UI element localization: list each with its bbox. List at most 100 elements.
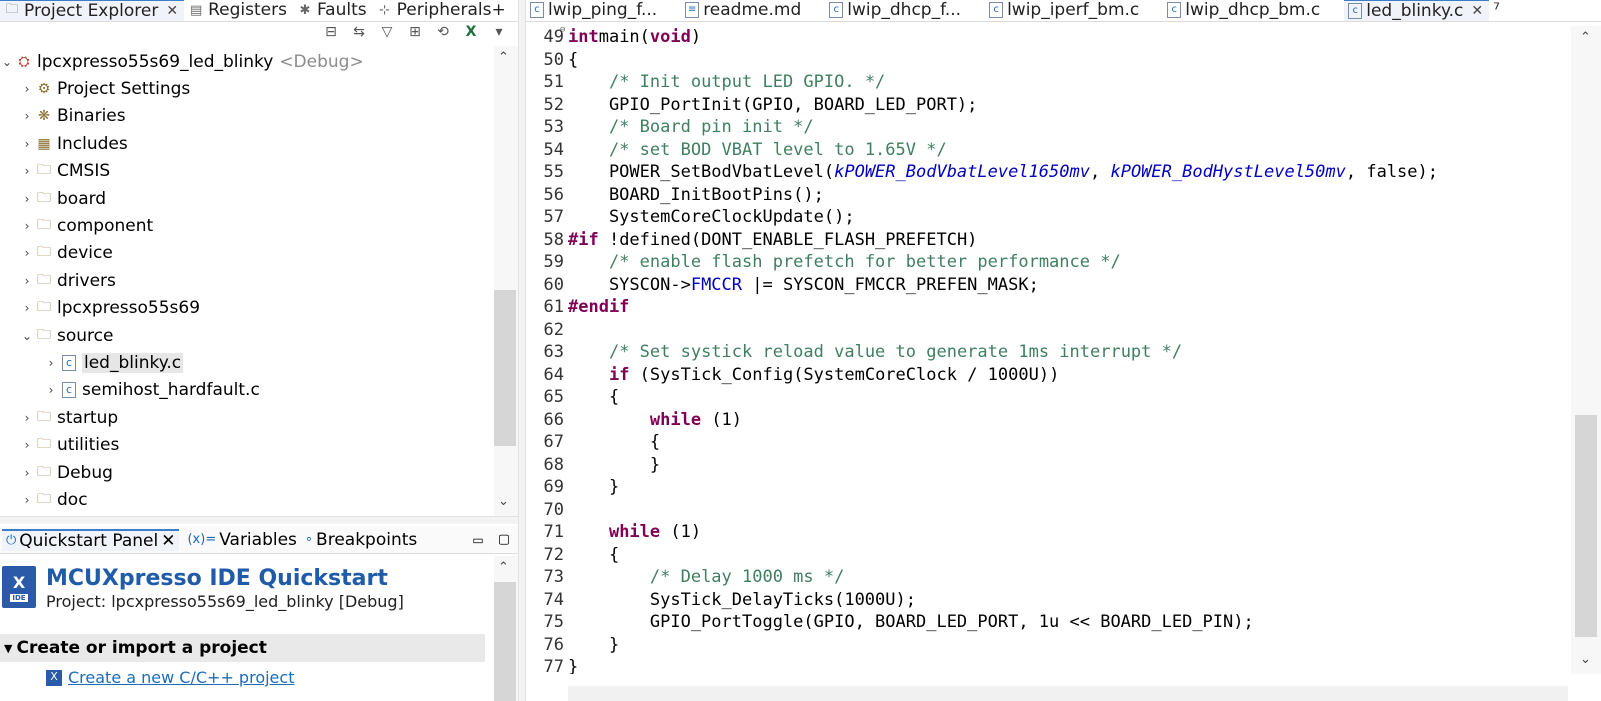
close-icon[interactable]: ✕ (161, 531, 175, 551)
code-token: main( (598, 27, 650, 48)
quickstart-scroll-thumb[interactable] (494, 582, 516, 701)
tree-item-project-settings[interactable]: › ⚙ Project Settings (0, 75, 191, 102)
tree-item-includes[interactable]: › ▦ Includes (0, 130, 128, 157)
tree-item-label: CMSIS (57, 161, 111, 182)
left-tab-3[interactable]: ⊹ Peripherals+ (373, 0, 512, 21)
editor-tab-6[interactable]: ⁷ (1489, 0, 1524, 21)
chevron-right-icon[interactable]: › (20, 493, 34, 507)
tree-item-drivers[interactable]: › 🗀 drivers (0, 267, 116, 294)
tree-item-doc[interactable]: › 🗀 doc (0, 486, 88, 513)
chevron-down-icon[interactable]: ⌄ (20, 329, 34, 343)
link-editor-icon[interactable]: ⇆ (350, 24, 368, 40)
editor-tab-1[interactable]: ≡ readme.md (681, 0, 825, 21)
tree-item-startup[interactable]: › 🗀 startup (0, 404, 119, 431)
scroll-up-icon[interactable]: ⌃ (498, 560, 509, 575)
code-text: SysTick_DelayTicks(1000U); (566, 590, 916, 610)
code-text: /* set BOD VBAT level to 1.65V */ (566, 140, 947, 160)
tree-item-led-blinky-c[interactable]: › c led_blinky.c (0, 349, 184, 376)
tree-item-utilities[interactable]: › 🗀 utilities (0, 432, 120, 459)
quickstart-scrollbar[interactable]: ⌃ (494, 556, 518, 701)
create-import-section[interactable]: ▼ Create or import a project (0, 634, 485, 662)
line-number: 77 (543, 657, 564, 674)
scroll-down-icon[interactable]: ⌄ (1580, 652, 1591, 667)
chevron-right-icon[interactable]: › (20, 438, 34, 452)
chevron-right-icon[interactable]: › (20, 82, 34, 96)
tree-scrollbar[interactable]: ⌃ ⌄ (494, 46, 518, 516)
fold-icon[interactable]: ⊖ (560, 26, 565, 35)
chevron-right-icon[interactable]: › (20, 411, 34, 425)
chevron-right-icon[interactable]: › (20, 109, 34, 123)
maximize-icon[interactable]: ▢ (498, 532, 510, 547)
editor-hscrollbar[interactable] (568, 686, 1568, 701)
chevron-right-icon[interactable]: › (20, 164, 34, 178)
editor-tab-2[interactable]: c lwip_dhcp_f... (825, 0, 985, 21)
tree-item-device[interactable]: › 🗀 device (0, 240, 113, 267)
tree-item-label: source (57, 325, 114, 346)
quick-tab-1[interactable]: (x)= Variables (187, 530, 296, 550)
code-line: 51 /* Init output LED GPIO. */ (526, 71, 886, 94)
scroll-up-icon[interactable]: ⌃ (1580, 30, 1591, 45)
folder-icon: 🗀 (37, 244, 51, 261)
tree-item-source[interactable]: ⌄ 🗀 source (0, 322, 114, 349)
sync-icon[interactable]: ⟲ (434, 24, 452, 40)
folder-icon: 🗀 (37, 271, 51, 288)
collapse-all-icon[interactable]: ⊟ (322, 24, 340, 40)
chevron-right-icon[interactable]: › (20, 137, 34, 151)
code-line: 71 while (1) (526, 521, 702, 544)
left-tab-1[interactable]: ▤ Registers (184, 0, 293, 21)
view-menu-icon[interactable]: ▾ (490, 24, 508, 40)
tree-item-binaries[interactable]: › ❋ Binaries (0, 103, 126, 130)
chevron-down-icon[interactable]: ⌄ (0, 55, 14, 69)
tree-item-component[interactable]: › 🗀 component (0, 212, 154, 239)
tree-project-root[interactable]: ⌄ ⛭ lpcxpresso55s69_led_blinky <Debug> (0, 48, 364, 75)
bug-icon: ✱ (299, 2, 311, 18)
code-line: 54 /* set BOD VBAT level to 1.65V */ (526, 139, 947, 162)
code-token: kPOWER_BodVbatLevel1650mv (834, 162, 1090, 183)
scroll-down-icon[interactable]: ⌄ (498, 494, 509, 509)
tree-scroll-thumb[interactable] (494, 290, 516, 446)
create-project-link[interactable]: X Create a new C/C++ project (46, 668, 294, 687)
filter-icon[interactable]: ▽ (378, 24, 396, 40)
chevron-right-icon[interactable]: › (20, 274, 34, 288)
editor-tab-4[interactable]: c lwip_dhcp_bm.c (1163, 0, 1344, 21)
editor-tab-label: led_blinky.c (1366, 1, 1464, 21)
editor-scroll-thumb[interactable] (1575, 415, 1597, 637)
chevron-right-icon[interactable]: › (20, 246, 34, 260)
code-text: /* Board pin init */ (566, 117, 814, 137)
editor-scrollbar[interactable]: ⌃ ⌄ (1571, 26, 1601, 674)
chevron-right-icon[interactable]: › (20, 466, 34, 480)
grid-icon[interactable]: ⊞ (406, 24, 424, 40)
code-text: ⊖ intmain(void) (560, 26, 702, 48)
editor-tab-0[interactable]: c lwip_ping_f... (526, 0, 681, 21)
close-icon[interactable]: ✕ (1471, 3, 1483, 19)
quick-tab-0[interactable]: ⏻ Quickstart Panel ✕ (2, 528, 180, 551)
left-tab-2[interactable]: ✱ Faults (293, 0, 373, 21)
close-icon[interactable]: ✕ (166, 3, 178, 19)
create-project-label[interactable]: Create a new C/C++ project (68, 668, 294, 687)
code-token: ) (690, 27, 702, 48)
left-tab-0[interactable]: 🗀 Project Explorer ✕ (0, 0, 185, 21)
editor-tab-3[interactable]: c lwip_iperf_bm.c (985, 0, 1163, 21)
tree-item-semihost-hardfault-c[interactable]: › c semihost_hardfault.c (0, 377, 260, 404)
tree-item-lpcxpresso55s69[interactable]: › 🗀 lpcxpresso55s69 (0, 295, 200, 322)
line-number: 55 (543, 162, 564, 183)
chevron-right-icon[interactable]: › (44, 383, 58, 397)
code-text: } (566, 635, 619, 655)
tree-item-board[interactable]: › 🗀 board (0, 185, 107, 212)
code-editor[interactable]: 49 ⊖ intmain(void) 50{51 /* Init output LED… (526, 26, 1571, 674)
quick-tab-2[interactable]: ∘ Breakpoints (305, 530, 417, 550)
chevron-right-icon[interactable]: › (20, 219, 34, 233)
settings-icon: ⚙ (37, 80, 51, 97)
editor-tab-5[interactable]: c led_blinky.c ✕ (1344, 0, 1490, 21)
tree-item-debug[interactable]: › 🗀 Debug (0, 459, 113, 486)
scroll-up-icon[interactable]: ⌃ (498, 50, 509, 65)
chevron-right-icon[interactable]: › (20, 192, 34, 206)
panel-splitter[interactable] (0, 516, 518, 524)
excel-icon[interactable]: X (462, 24, 480, 40)
chevron-right-icon[interactable]: › (20, 301, 34, 315)
vertical-splitter[interactable] (518, 0, 526, 701)
chevron-right-icon[interactable]: › (44, 356, 58, 370)
tree-item-cmsis[interactable]: › 🗀 CMSIS (0, 158, 111, 185)
code-text: SystemCoreClockUpdate(); (566, 207, 855, 227)
minimize-icon[interactable]: ▭ (472, 533, 483, 547)
